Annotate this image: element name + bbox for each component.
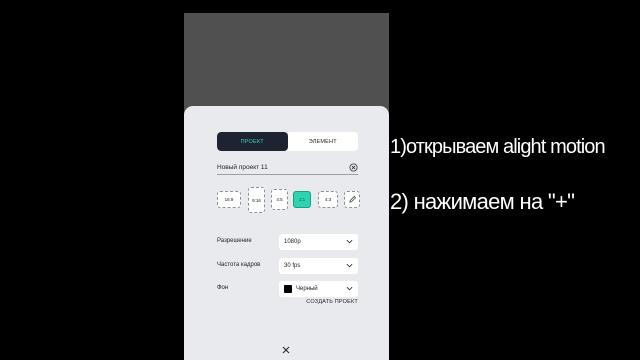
close-icon[interactable] — [281, 345, 291, 355]
tab-project[interactable]: ПРОЕКТ — [217, 132, 288, 151]
background-select[interactable]: Черный — [279, 281, 358, 297]
framerate-row: Частота кадров 30 fps — [217, 258, 358, 274]
ratio-9-16[interactable]: 9:16 — [248, 187, 265, 213]
phone-screen: ПРОЕКТ ЭЛЕМЕНТ 16:9 9:16 4:5 1:1 4:3 Раз… — [184, 13, 389, 360]
resolution-row: Разрешение 1080p — [217, 234, 358, 250]
ratio-1-1[interactable]: 1:1 — [293, 191, 311, 208]
framerate-value: 30 fps — [284, 263, 301, 269]
ratio-custom[interactable] — [344, 191, 360, 208]
aspect-ratio-picker: 16:9 9:16 4:5 1:1 4:3 — [217, 187, 362, 213]
new-project-sheet: ПРОЕКТ ЭЛЕМЕНТ 16:9 9:16 4:5 1:1 4:3 Раз… — [184, 106, 389, 360]
tab-switcher: ПРОЕКТ ЭЛЕМЕНТ — [217, 132, 358, 151]
background-value: Черный — [296, 286, 318, 292]
framerate-label: Частота кадров — [217, 262, 261, 268]
caption-step-1: 1)открываем alight motion — [390, 136, 606, 158]
framerate-select[interactable]: 30 fps — [279, 258, 358, 274]
project-name-input[interactable] — [217, 164, 337, 171]
resolution-label: Разрешение — [217, 238, 252, 244]
chevron-down-icon — [346, 286, 353, 291]
chevron-down-icon — [346, 263, 353, 268]
resolution-select[interactable]: 1080p — [279, 234, 358, 250]
caption-step-2: 2) нажимаем на "+" — [390, 189, 575, 214]
ratio-4-5[interactable]: 4:5 — [271, 189, 288, 210]
create-project-button[interactable]: СОЗДАТЬ ПРОЕКТ — [306, 299, 358, 305]
clear-icon[interactable] — [349, 163, 358, 172]
pencil-icon — [348, 195, 356, 203]
tab-element[interactable]: ЭЛЕМЕНТ — [288, 132, 359, 151]
chevron-down-icon — [346, 239, 353, 244]
ratio-4-3[interactable]: 4:3 — [318, 191, 338, 208]
ratio-16-9[interactable]: 16:9 — [217, 191, 241, 208]
background-label: Фон — [217, 285, 229, 291]
project-name-field — [217, 163, 358, 175]
color-swatch — [284, 285, 292, 293]
background-row: Фон Черный — [217, 281, 358, 297]
resolution-value: 1080p — [284, 239, 301, 245]
